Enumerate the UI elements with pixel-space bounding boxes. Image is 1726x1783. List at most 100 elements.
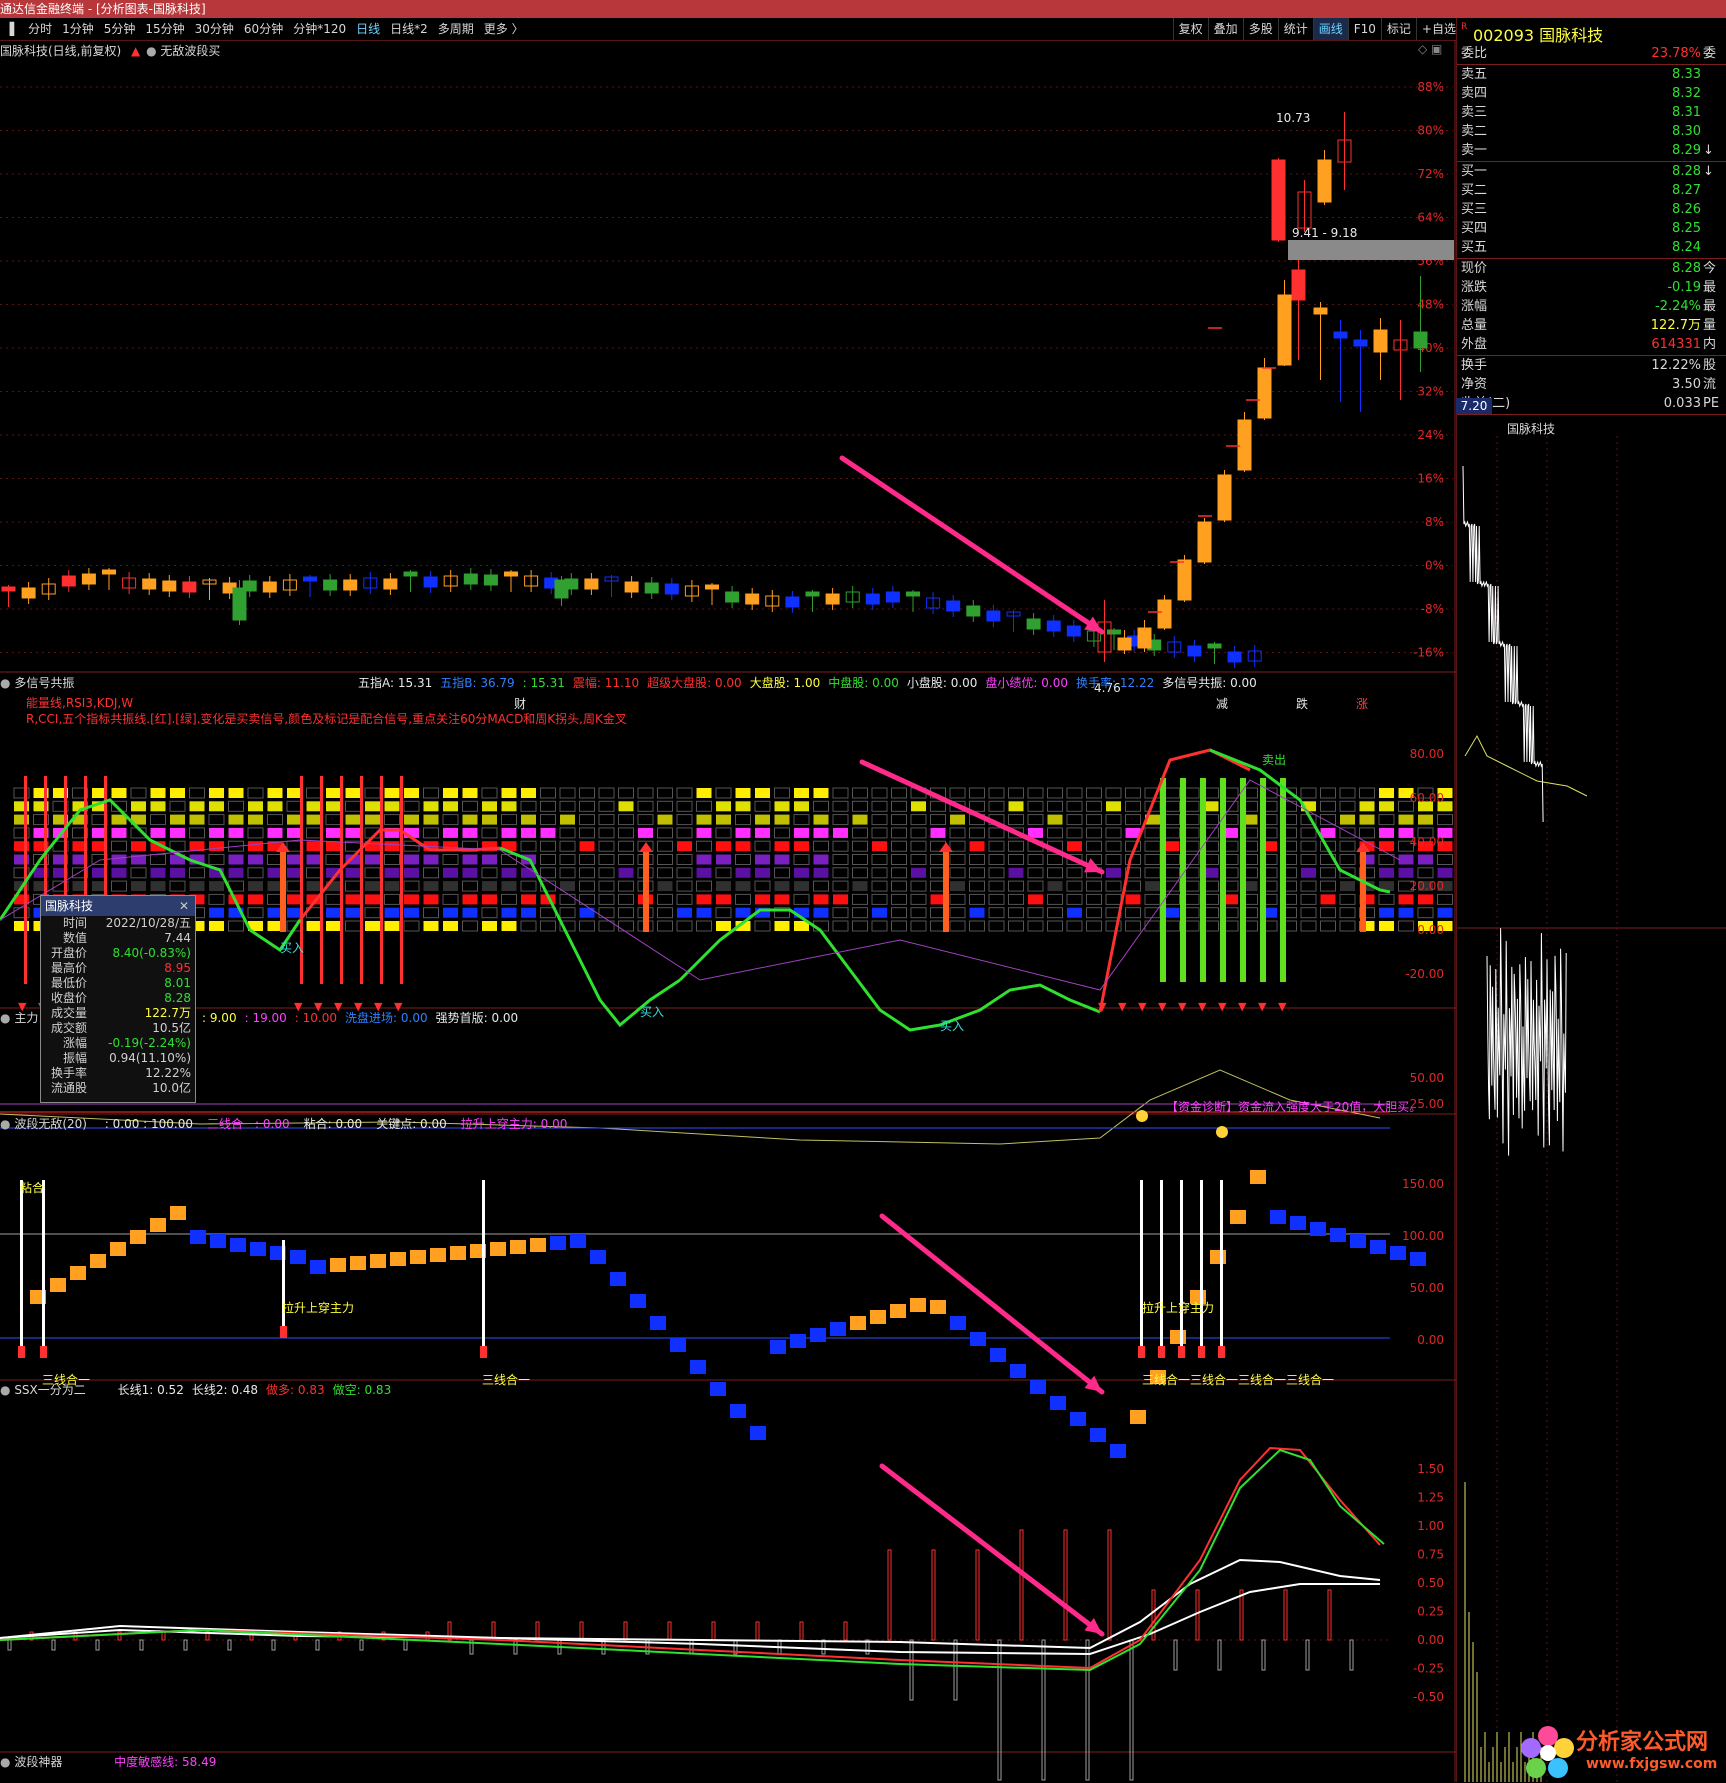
signal-block bbox=[403, 880, 420, 892]
pct-axis-label: 0% bbox=[1425, 559, 1444, 573]
quote-row[interactable]: 换手 12.22% 股 bbox=[1457, 356, 1726, 375]
signal-block bbox=[754, 840, 771, 852]
pane-menu-icon[interactable]: ● bbox=[0, 676, 10, 690]
toolbar-period-4[interactable]: 30分钟 bbox=[190, 18, 239, 40]
signal-bar-green bbox=[1240, 778, 1246, 982]
toolbar-period-0[interactable]: 分时 bbox=[23, 18, 57, 40]
signal-block bbox=[443, 801, 458, 812]
sell-label: 卖出 bbox=[1262, 753, 1286, 767]
pane-menu-icon[interactable]: ● bbox=[0, 1117, 10, 1131]
toolbar-period-6[interactable]: 分钟*120 bbox=[288, 18, 351, 40]
toolbar-period-3[interactable]: 15分钟 bbox=[140, 18, 189, 40]
toolbar-action-5[interactable]: F10 bbox=[1347, 18, 1381, 40]
quote-value: 8.28 bbox=[1672, 164, 1701, 179]
quote-label: 买一 bbox=[1461, 164, 1488, 179]
signal-bar-green bbox=[1180, 778, 1186, 982]
chart-area[interactable]: 88%80%72%64%56%48%40%32%24%16%8%0%-8%-16… bbox=[0, 40, 1456, 1782]
toolbar-period-1[interactable]: 1分钟 bbox=[57, 18, 99, 40]
mini-intraday-chart[interactable] bbox=[1457, 436, 1726, 1782]
toolbar-period-5[interactable]: 60分钟 bbox=[239, 18, 288, 40]
tooltip-key: 时间 bbox=[62, 916, 87, 930]
toolbar-action-3[interactable]: 统计 bbox=[1277, 18, 1313, 40]
signal-block bbox=[949, 854, 966, 865]
quote-row[interactable]: 买五 8.24 bbox=[1457, 238, 1726, 257]
signal-bar-green bbox=[1160, 778, 1166, 982]
signal-block bbox=[209, 801, 224, 812]
tooltip-row: 换手率 12.22% bbox=[41, 1066, 195, 1081]
pane-menu-icon[interactable]: ● bbox=[0, 1011, 10, 1025]
pane-menu-icon[interactable]: ● bbox=[0, 1383, 10, 1397]
quote-row[interactable]: 外盘 614331 内 bbox=[1457, 335, 1726, 354]
signal-block bbox=[735, 867, 751, 878]
check-circle-icon[interactable]: ● bbox=[146, 44, 156, 58]
signal-block bbox=[1300, 787, 1317, 799]
quote-extra: PE bbox=[1703, 396, 1720, 411]
signal-block bbox=[871, 893, 888, 905]
histogram-bar bbox=[227, 1639, 232, 1651]
signal-block bbox=[306, 921, 322, 931]
pane6-name: 波段神器 bbox=[14, 1755, 63, 1769]
toolbar-period-9[interactable]: 多周期 bbox=[433, 18, 479, 40]
signal-block bbox=[910, 893, 927, 905]
toolbar-action-6[interactable]: 标记 bbox=[1380, 18, 1416, 40]
quote-row[interactable]: 卖一 8.29 ↓ bbox=[1457, 141, 1726, 160]
signal-block bbox=[735, 881, 751, 892]
toolbar-period-2[interactable]: 5分钟 bbox=[99, 18, 141, 40]
close-icon[interactable]: ✕ bbox=[179, 896, 189, 916]
signal-block bbox=[657, 814, 673, 825]
toolbar-action-4[interactable]: 画线 bbox=[1312, 18, 1348, 40]
quote-row[interactable]: 卖三 8.31 bbox=[1457, 103, 1726, 122]
quote-row[interactable]: 买四 8.25 bbox=[1457, 219, 1726, 238]
quote-row[interactable]: 卖五 8.33 bbox=[1457, 65, 1726, 84]
signal-block bbox=[1340, 814, 1355, 825]
signal-block bbox=[676, 827, 693, 839]
toolbar-period-10[interactable]: 更多 〉 bbox=[479, 18, 529, 40]
quote-row[interactable]: 现价 8.28 今 bbox=[1457, 259, 1726, 278]
toolbar-menu-icon[interactable]: ▐ bbox=[0, 18, 19, 40]
quote-row[interactable]: 卖二 8.30 bbox=[1457, 122, 1726, 141]
indicator-value: : 0.00 : 100.00 bbox=[105, 1117, 193, 1131]
pane-expand-icon[interactable]: ◇ ▣ bbox=[1418, 42, 1442, 56]
toolbar-period-7[interactable]: 日线 bbox=[351, 18, 385, 40]
candle-body bbox=[1227, 651, 1242, 663]
signal-block bbox=[969, 841, 985, 852]
histogram-bar bbox=[315, 1639, 320, 1651]
signal-bar-green bbox=[1200, 778, 1206, 982]
candle-body bbox=[745, 593, 760, 605]
signal-block bbox=[365, 801, 380, 812]
signal-block bbox=[248, 854, 263, 865]
quote-row[interactable]: 净资 3.50 流 bbox=[1457, 375, 1726, 394]
quote-row[interactable]: 卖四 8.32 bbox=[1457, 84, 1726, 103]
toolbar-period-8[interactable]: 日线*2 bbox=[385, 18, 433, 40]
quote-row[interactable]: 买三 8.26 bbox=[1457, 200, 1726, 219]
quote-row[interactable]: 买二 8.27 bbox=[1457, 181, 1726, 200]
signal-block bbox=[1183, 854, 1200, 865]
pane3-axis-label: 50.00 bbox=[1410, 1071, 1444, 1085]
signal-block bbox=[696, 827, 712, 838]
signal-block bbox=[1047, 827, 1063, 839]
quote-row[interactable]: 涨跌 -0.19 最 bbox=[1457, 278, 1726, 297]
toolbar-action-7[interactable]: +自选 bbox=[1415, 18, 1461, 40]
signal-block bbox=[930, 814, 946, 826]
signal-block bbox=[1183, 787, 1200, 799]
indicator-key: 中度敏感线: bbox=[114, 1755, 183, 1769]
signal-block bbox=[696, 814, 712, 825]
toolbar-action-0[interactable]: 复权 bbox=[1172, 18, 1208, 40]
quote-row[interactable]: 涨幅 -2.24% 最 bbox=[1457, 297, 1726, 316]
histogram-bar bbox=[1217, 1639, 1222, 1671]
quote-row[interactable]: 收益(二)0.033PE bbox=[1457, 394, 1726, 413]
indicator-num: 0.00 bbox=[335, 1117, 363, 1131]
quote-row[interactable]: 总量 122.7万量 bbox=[1457, 316, 1726, 335]
quote-row[interactable]: 买一 8.28 ↓ bbox=[1457, 162, 1726, 181]
quote-row[interactable]: 委比 23.78% 委 bbox=[1457, 44, 1726, 63]
signal-block bbox=[306, 881, 322, 892]
band-block bbox=[590, 1250, 606, 1264]
toolbar-action-1[interactable]: 叠加 bbox=[1207, 18, 1243, 40]
candle-body bbox=[966, 605, 981, 617]
pct-axis-label: 24% bbox=[1417, 428, 1444, 442]
signal-block bbox=[579, 920, 595, 932]
pane-menu-icon[interactable]: ● bbox=[0, 1755, 10, 1769]
toolbar-action-2[interactable]: 多股 bbox=[1242, 18, 1278, 40]
pct-axis-label: -16% bbox=[1413, 646, 1444, 660]
bar-info-tooltip[interactable]: 国脉科技 ✕ 时间 2022/10/28/五 数值 7.44 开盘价 8.40(-0.83… bbox=[40, 895, 196, 1103]
